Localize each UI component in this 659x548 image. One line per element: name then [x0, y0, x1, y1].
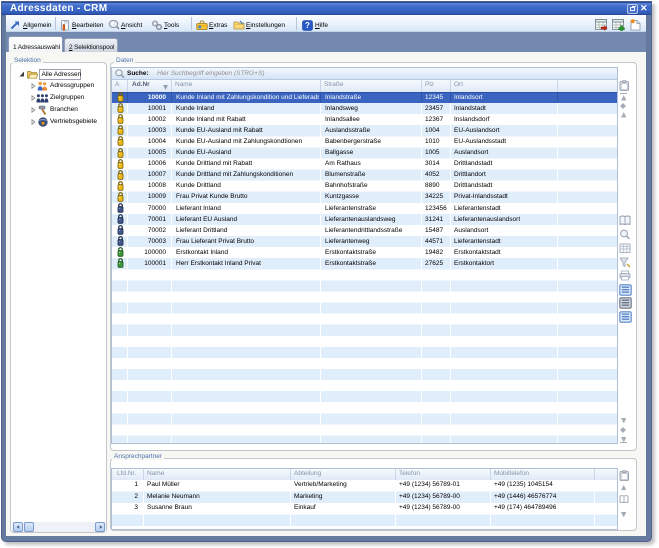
- svg-text:?: ?: [305, 21, 310, 30]
